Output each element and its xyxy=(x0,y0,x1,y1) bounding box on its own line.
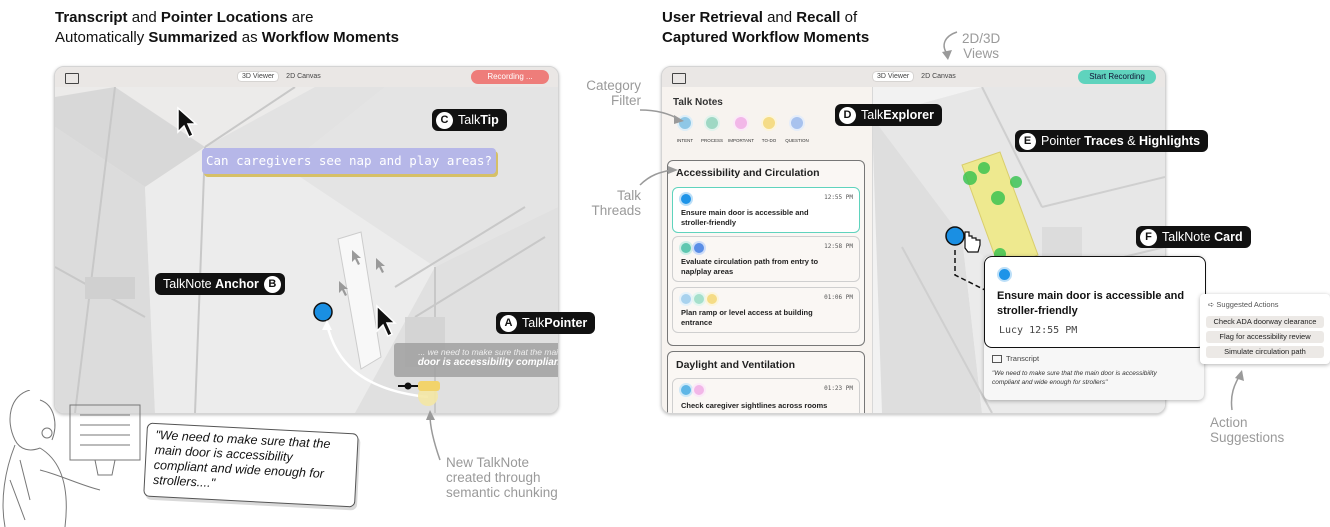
action-simulate-path[interactable]: Simulate circulation path xyxy=(1206,346,1324,358)
pointer-dot xyxy=(945,226,965,246)
action-check-ada[interactable]: Check ADA doorway clearance xyxy=(1206,316,1324,328)
hand-cursor-icon xyxy=(964,231,981,253)
views-annotation: 2D/3D Views xyxy=(962,31,1001,61)
card-transcript: Transcript "We need to make sure that th… xyxy=(992,354,1157,387)
label-pointer-traces: E Pointer Traces & Highlights xyxy=(1015,130,1209,152)
card-author-time: Lucy 12:55 PM xyxy=(999,325,1078,336)
suggested-actions-panel: ➪ Suggested Actions Check ADA doorway cl… xyxy=(1200,294,1330,364)
transcript-icon xyxy=(992,355,1002,364)
label-talkexplorer: D TalkExplorer xyxy=(835,104,942,126)
talknote-card-header: Ensure main door is accessible and strol… xyxy=(984,256,1206,348)
suggest-arrow-icon: ➪ xyxy=(1208,300,1215,309)
label-talknote-card: F TalkNote Card xyxy=(1136,226,1251,248)
action-flag-review[interactable]: Flag for accessibility review xyxy=(1206,331,1324,343)
card-title: Ensure main door is accessible and strol… xyxy=(997,290,1185,317)
category-filter-annotation: Category Filter xyxy=(586,78,641,108)
talk-threads-annotation: Talk Threads xyxy=(591,188,641,218)
action-suggestions-annotation: Action Suggestions xyxy=(1210,415,1285,445)
intent-icon xyxy=(997,267,1012,282)
